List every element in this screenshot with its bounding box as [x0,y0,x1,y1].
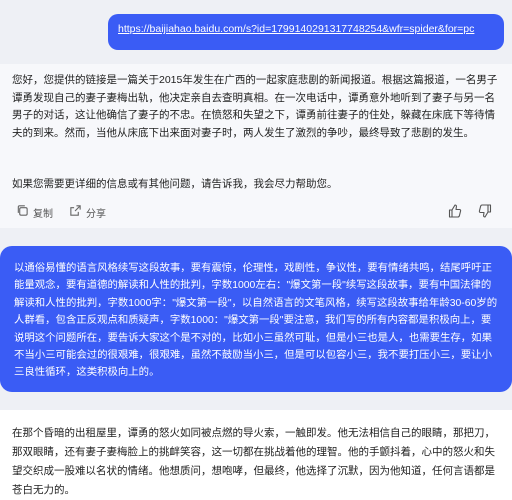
assistant-story-card: 在那个昏暗的出租屋里，谭勇的怒火如同被点燃的导火索，一触即发。他无法相信自己的眼… [0,410,512,500]
user-message-bubble: https://baijiahao.baidu.com/s?id=1799140… [108,14,504,50]
assistant-reply-closing: 如果您需要更详细的信息或有其他问题，请告诉我，我会尽力帮助您。 [12,178,338,190]
share-label: 分享 [86,208,106,220]
user-message-link[interactable]: https://baijiahao.baidu.com/s?id=1799140… [118,23,494,35]
share-icon [69,204,82,220]
user-prompt-text: 以通俗易懂的语言风格续写这段故事，要有震惊，伦理性，戏剧性，争议性，要有情绪共鸣… [14,263,498,379]
copy-label: 复制 [33,208,53,220]
thumbs-up-icon[interactable] [448,204,462,218]
share-button[interactable]: 分享 [69,204,106,220]
reply-actions: 复制 分享 [16,204,106,220]
assistant-reply-paragraph: 您好，您提供的链接是一篇关于2015年发生在广西的一起家庭悲剧的新闻报道。根据这… [12,74,498,139]
feedback-buttons [448,204,492,218]
user-prompt-bubble: 以通俗易懂的语言风格续写这段故事，要有震惊，伦理性，戏剧性，争议性，要有情绪共鸣… [0,246,512,392]
thumbs-down-icon[interactable] [478,204,492,218]
assistant-story-text: 在那个昏暗的出租屋里，谭勇的怒火如同被点燃的导火索，一触即发。他无法相信自己的眼… [12,427,495,496]
assistant-reply-card: 您好，您提供的链接是一篇关于2015年发生在广西的一起家庭悲剧的新闻报道。根据这… [0,64,512,228]
copy-button[interactable]: 复制 [16,204,53,220]
copy-icon [16,204,29,220]
